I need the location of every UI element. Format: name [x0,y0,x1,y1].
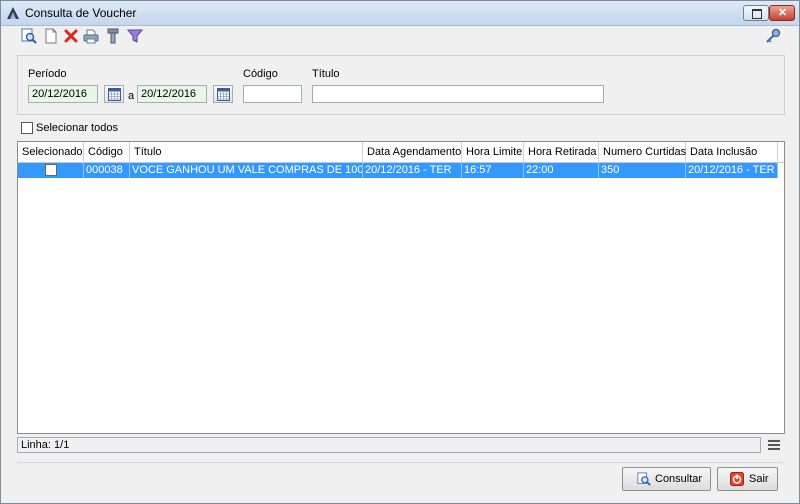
cell-hora-limite: 16:57 [462,163,524,178]
column-header-data-inclusao[interactable]: Data Inclusão [686,142,778,162]
window: Consulta de Voucher Período [0,0,800,504]
column-header-hora-retirada[interactable]: Hora Retirada [524,142,599,162]
toolbar [1,26,799,48]
calendar-icon [217,88,230,101]
voucher-table: Selecionado Código Título Data Agendamen… [17,141,785,434]
key-icon[interactable] [765,28,781,44]
date-to-calendar-button[interactable] [213,85,233,103]
window-title: Consulta de Voucher [25,6,137,20]
maximize-button[interactable] [743,5,769,21]
date-separator: a [128,90,135,102]
exit-icon [730,472,744,486]
cell-data-agendamento: 20/12/2016 - TER [363,163,462,178]
bottom-bar: Consultar Sair [17,462,783,493]
new-document-icon[interactable] [43,28,59,44]
cell-codigo: 000038 [84,163,130,178]
delete-icon[interactable] [63,28,79,44]
column-header-data-agendamento[interactable]: Data Agendamento [363,142,462,162]
date-from-field[interactable] [28,85,98,103]
titulo-field[interactable] [312,85,604,103]
app-icon [7,7,19,19]
tools-icon[interactable] [105,28,121,44]
table-row[interactable]: 000038 VOCE GANHOU UM VALE COMPRAS DE 10… [18,163,778,178]
cell-hora-retirada: 22:00 [524,163,599,178]
codigo-field[interactable] [243,85,302,103]
cell-titulo: VOCE GANHOU UM VALE COMPRAS DE 100 REAIS [132,163,363,178]
date-from-calendar-button[interactable] [104,85,124,103]
print-icon[interactable] [83,28,99,44]
column-header-numero-curtidas[interactable]: Numero Curtidas [599,142,686,162]
title-bar: Consulta de Voucher [1,1,799,26]
column-header-titulo[interactable]: Título [130,142,363,162]
titulo-label: Título [312,68,340,80]
sair-button[interactable]: Sair [717,467,778,491]
date-to-field[interactable] [137,85,207,103]
select-all-checkbox[interactable] [21,122,33,134]
column-header-selecionado[interactable]: Selecionado [18,142,84,162]
column-header-codigo[interactable]: Código [84,142,130,162]
table-header: Selecionado Código Título Data Agendamen… [18,142,784,163]
filter-icon[interactable] [127,28,143,44]
periodo-label: Período [28,68,67,80]
search-icon[interactable] [21,28,37,44]
menu-icon[interactable] [768,439,780,451]
consultar-button[interactable]: Consultar [622,467,711,491]
sair-button-label: Sair [749,473,769,485]
filter-panel: Período a Código Título [17,55,785,115]
select-all-label: Selecionar todos [36,122,118,134]
cell-numero-curtidas: 350 [599,163,686,178]
calendar-icon [108,88,121,101]
cell-data-inclusao: 20/12/2016 - TER [686,163,778,178]
consultar-button-label: Consultar [655,473,703,485]
search-icon [637,472,651,486]
column-header-hora-limite[interactable]: Hora Limite [462,142,524,162]
codigo-label: Código [243,68,278,80]
row-select-cell[interactable] [18,163,84,178]
close-window-button[interactable] [769,5,795,21]
row-select-checkbox[interactable] [45,164,57,176]
status-bar: Linha: 1/1 [17,437,761,453]
